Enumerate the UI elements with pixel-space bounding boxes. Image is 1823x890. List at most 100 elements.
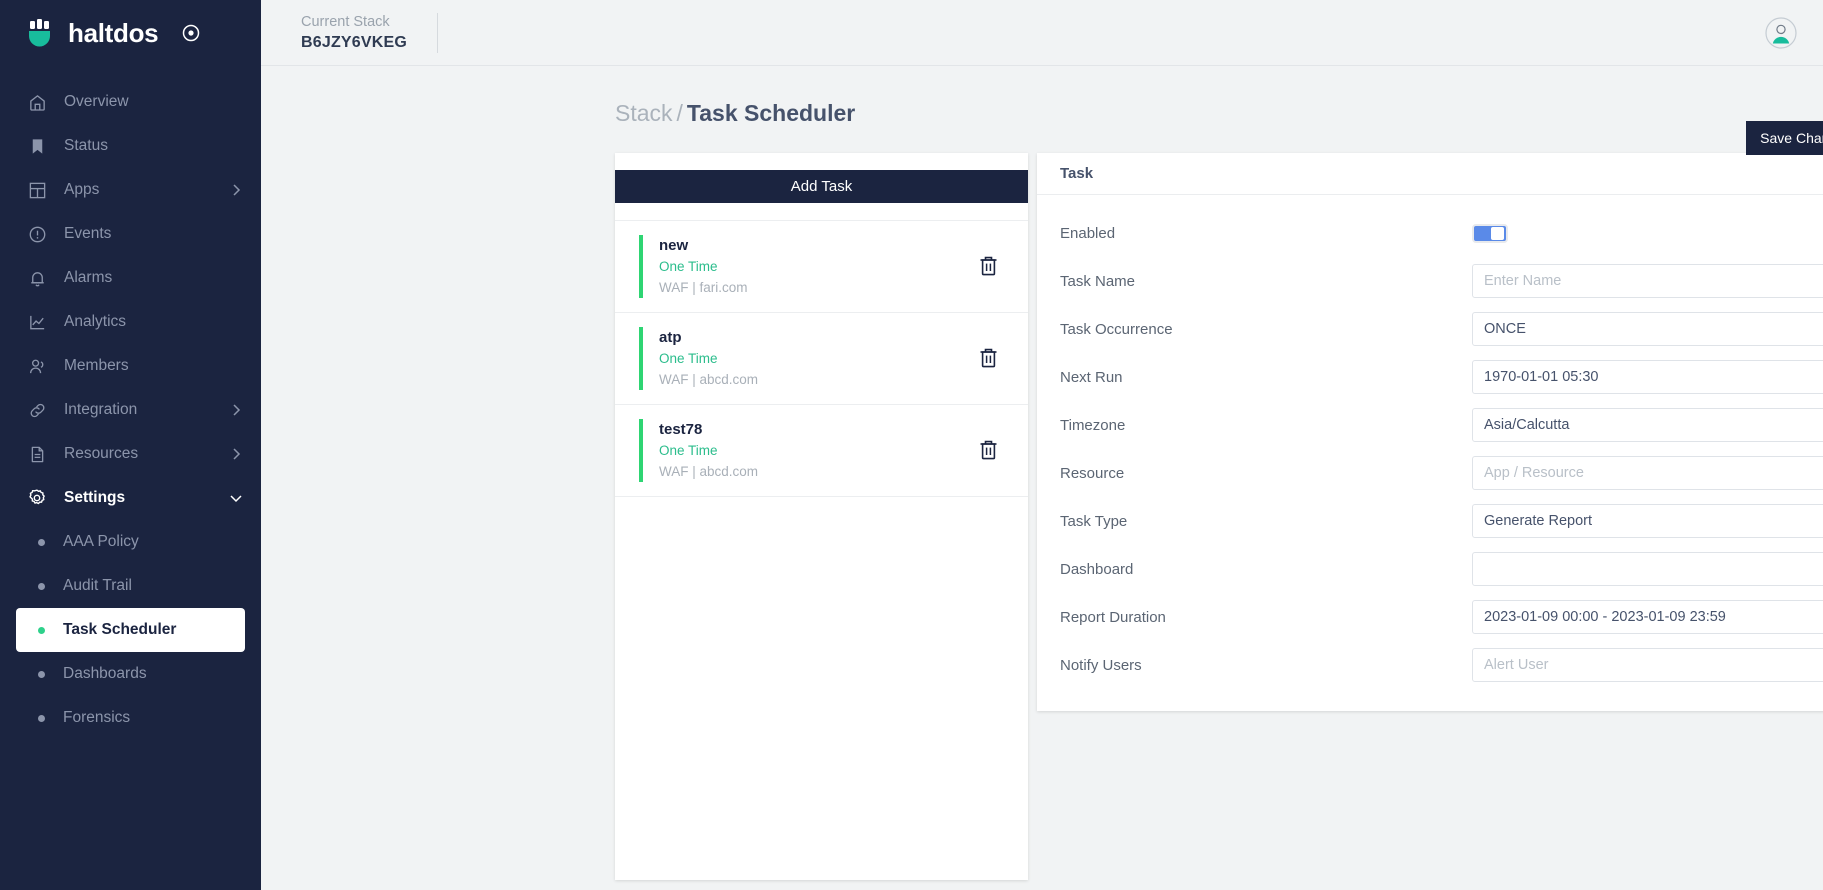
timezone-select[interactable]: Asia/Calcutta [1472, 408, 1823, 442]
sidebar-nav: Overview Status Apps Events Alarms Analy… [0, 66, 261, 740]
notify-users-input[interactable] [1472, 648, 1823, 682]
sidebar-item-label: Apps [64, 181, 100, 198]
delete-task-button[interactable] [975, 343, 1002, 375]
task-list-item[interactable]: atp One Time WAF | abcd.com [615, 312, 1028, 404]
sidebar-subitem-label: AAA Policy [63, 533, 139, 550]
resource-placeholder: App / Resource [1484, 465, 1584, 481]
resource-select[interactable]: App / Resource [1472, 456, 1823, 490]
main-area: Current Stack B6JZY6VKEG Stack / Task Sche… [261, 0, 1823, 890]
sidebar-item-audit-trail[interactable]: Audit Trail [16, 564, 245, 608]
enabled-field [1472, 223, 1823, 243]
bookmark-icon [26, 135, 48, 157]
enabled-toggle[interactable] [1472, 223, 1508, 243]
sidebar-subitem-label: Forensics [63, 709, 131, 726]
sidebar-item-integration[interactable]: Integration [0, 388, 261, 432]
save-changes-button[interactable]: Save Changes [1746, 121, 1823, 155]
task-name-label: Task Name [1060, 272, 1136, 290]
dashboard-label: Dashboard [1060, 560, 1134, 578]
bell-icon [26, 267, 48, 289]
sidebar-item-apps[interactable]: Apps [0, 168, 261, 212]
topbar: Current Stack B6JZY6VKEG [261, 0, 1823, 66]
sidebar-item-settings[interactable]: Settings [0, 476, 261, 520]
form-row-enabled: Enabled [1060, 209, 1823, 257]
task-occurrence: One Time [659, 259, 718, 274]
task-type-select[interactable]: Generate Report [1472, 504, 1823, 538]
report-duration-input[interactable] [1472, 600, 1823, 634]
haltdos-logo-icon [24, 17, 56, 49]
sidebar-item-events[interactable]: Events [0, 212, 261, 256]
target-icon[interactable] [182, 24, 200, 42]
task-meta: WAF | abcd.com [659, 464, 759, 479]
notify-users-field [1472, 648, 1823, 682]
bullet-icon [38, 670, 45, 678]
task-status-accent [639, 327, 643, 390]
link-icon [26, 399, 48, 421]
sidebar-item-overview[interactable]: Overview [0, 80, 261, 124]
task-occurrence-field: ONCE [1472, 312, 1823, 346]
task-occurrence: One Time [659, 351, 718, 366]
sidebar-item-members[interactable]: Members [0, 344, 261, 388]
task-status-accent [639, 235, 643, 298]
task-type-field: Generate Report [1472, 504, 1823, 538]
task-form-header: Task [1037, 153, 1823, 195]
delete-task-button[interactable] [975, 251, 1002, 283]
timezone-value: Asia/Calcutta [1484, 417, 1570, 433]
panels-container: Add Task new One Time WAF | fari.com atp… [615, 121, 1823, 880]
task-occurrence-value: ONCE [1484, 321, 1526, 337]
task-occurrence: One Time [659, 443, 718, 458]
task-info: test78 One Time WAF | abcd.com [659, 419, 975, 482]
chart-line-icon [26, 311, 48, 333]
form-row-dashboard: Dashboard [1060, 545, 1823, 593]
form-row-timezone: Timezone Asia/Calcutta [1060, 401, 1823, 449]
sidebar-item-label: Overview [64, 93, 129, 110]
form-row-next-run: Next Run [1060, 353, 1823, 401]
task-occurrence-select[interactable]: ONCE [1472, 312, 1823, 346]
sidebar-item-task-scheduler[interactable]: Task Scheduler [16, 608, 245, 652]
add-task-button[interactable]: Add Task [615, 170, 1028, 203]
file-text-icon [26, 443, 48, 465]
sidebar-item-label: Events [64, 225, 112, 242]
app-root: haltdos Overview Status Apps Events Alar… [0, 0, 1823, 890]
task-name-input[interactable] [1472, 264, 1823, 298]
sidebar-item-resources[interactable]: Resources [0, 432, 261, 476]
sidebar-item-status[interactable]: Status [0, 124, 261, 168]
sidebar-item-analytics[interactable]: Analytics [0, 300, 261, 344]
task-occurrence-label: Task Occurrence [1060, 320, 1173, 338]
breadcrumb-parent[interactable]: Stack [615, 100, 673, 126]
form-row-task-type: Task Type Generate Report [1060, 497, 1823, 545]
task-info: atp One Time WAF | abcd.com [659, 327, 975, 390]
toggle-knob [1491, 226, 1504, 240]
brand-name: haltdos [68, 17, 159, 48]
task-name: test78 [659, 421, 703, 438]
user-avatar-icon[interactable] [1765, 16, 1797, 49]
dashboard-select[interactable] [1472, 552, 1823, 586]
bullet-icon [38, 714, 45, 722]
sidebar-item-label: Settings [64, 489, 126, 506]
current-stack-label: Current Stack [301, 13, 390, 30]
task-list-item[interactable]: test78 One Time WAF | abcd.com [615, 404, 1028, 496]
task-list-item[interactable]: new One Time WAF | fari.com [615, 220, 1028, 312]
form-row-notify-users: Notify Users [1060, 641, 1823, 689]
current-stack-block: Current Stack B6JZY6VKEG [301, 12, 439, 53]
task-name-field [1472, 264, 1823, 298]
task-list-bottom-border [615, 496, 1028, 497]
sidebar-subitem-label: Task Scheduler [63, 621, 177, 638]
timezone-label: Timezone [1060, 416, 1126, 434]
chevron-right-icon [229, 183, 243, 197]
breadcrumb: Stack / Task Scheduler [615, 100, 1823, 127]
bullet-icon [38, 626, 45, 634]
sidebar-item-aaa-policy[interactable]: AAA Policy [16, 520, 245, 564]
notify-users-label: Notify Users [1060, 656, 1142, 674]
resource-field: App / Resource [1472, 456, 1823, 490]
sidebar-item-label: Status [64, 137, 108, 154]
sidebar-item-alarms[interactable]: Alarms [0, 256, 261, 300]
trash-icon [979, 255, 998, 279]
task-name: new [659, 237, 689, 254]
trash-icon [979, 347, 998, 371]
sidebar-item-dashboards[interactable]: Dashboards [16, 652, 245, 696]
sidebar-item-forensics[interactable]: Forensics [16, 696, 245, 740]
next-run-input[interactable] [1472, 360, 1823, 394]
form-row-report-duration: Report Duration [1060, 593, 1823, 641]
form-row-resource: Resource App / Resource [1060, 449, 1823, 497]
delete-task-button[interactable] [975, 435, 1002, 467]
